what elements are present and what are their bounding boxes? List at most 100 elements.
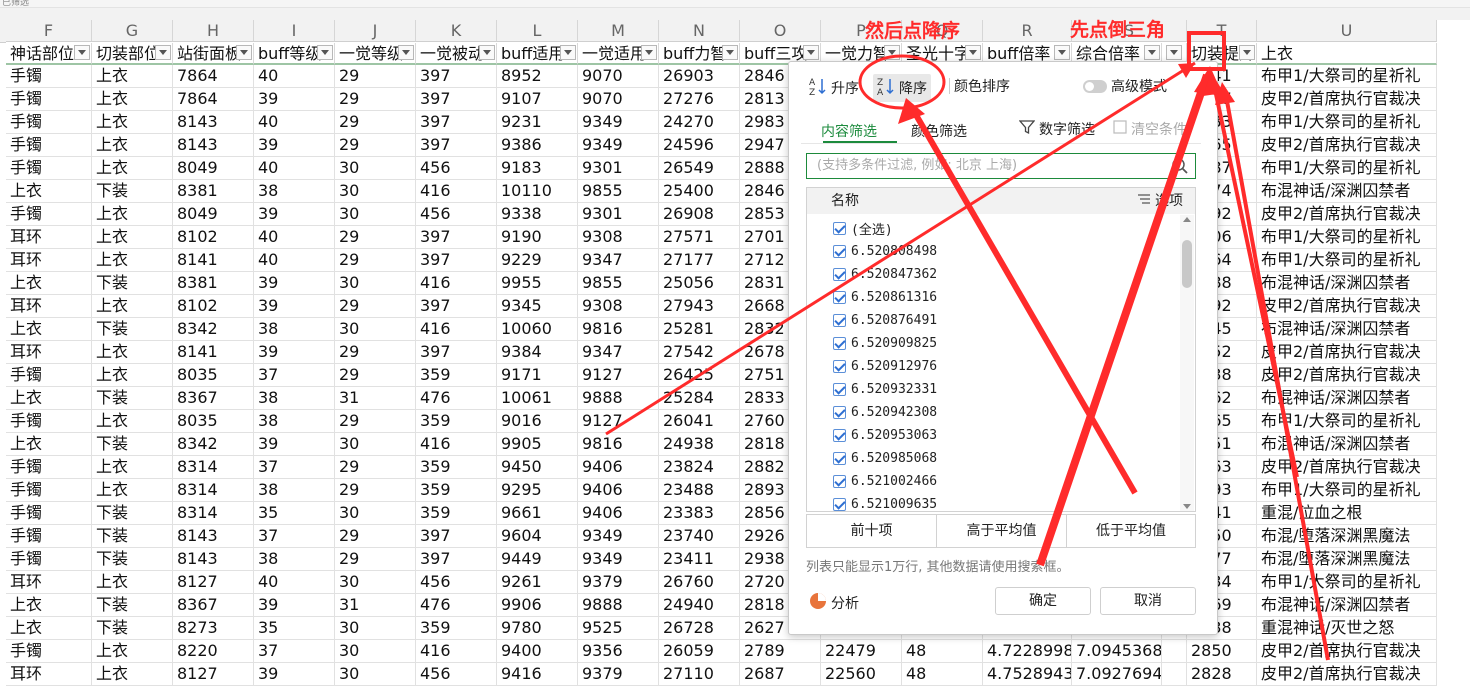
table-cell[interactable]: 37: [254, 525, 335, 548]
checkbox-checked-icon[interactable]: [833, 428, 846, 442]
table-cell[interactable]: 手镯: [6, 502, 92, 525]
table-cell[interactable]: 8143: [173, 111, 254, 134]
table-cell[interactable]: 手镯: [6, 157, 92, 180]
table-cell[interactable]: 布甲1/大祭司的星祈礼: [1257, 410, 1437, 433]
table-cell[interactable]: 23488: [659, 479, 740, 502]
sort-ascending-button[interactable]: AZ 升序: [809, 76, 859, 100]
table-cell[interactable]: 26908: [659, 203, 740, 226]
table-cell[interactable]: 8141: [173, 341, 254, 364]
table-cell[interactable]: 8143: [173, 548, 254, 571]
table-cell[interactable]: 7.094536862: [1072, 640, 1162, 663]
table-cell[interactable]: 359: [416, 410, 497, 433]
filter-dropdown-icon[interactable]: [1166, 45, 1182, 60]
table-cell[interactable]: 上衣: [6, 594, 92, 617]
table-cell[interactable]: 9231: [497, 111, 578, 134]
list-item[interactable]: 6.520808498: [833, 241, 937, 261]
table-cell[interactable]: 8035: [173, 364, 254, 387]
table-cell[interactable]: 9356: [578, 640, 659, 663]
table-cell[interactable]: 9450: [497, 456, 578, 479]
table-cell[interactable]: 359: [416, 502, 497, 525]
table-cell[interactable]: 30: [335, 617, 416, 640]
table-cell[interactable]: 38: [254, 548, 335, 571]
scroll-down-icon[interactable]: [1183, 504, 1191, 509]
table-cell[interactable]: 下装: [92, 387, 173, 410]
table-cell[interactable]: 上衣: [92, 364, 173, 387]
table-cell[interactable]: 476: [416, 387, 497, 410]
table-cell[interactable]: 31: [335, 387, 416, 410]
table-cell[interactable]: 皮甲2/首席执行官裁决: [1257, 663, 1437, 686]
filter-dropdown-icon[interactable]: [803, 45, 819, 60]
table-cell[interactable]: 8049: [173, 203, 254, 226]
table-cell[interactable]: 布甲1/大祭司的星祈礼: [1257, 249, 1437, 272]
table-cell[interactable]: 布混/堕落深渊黑魔法: [1257, 548, 1437, 571]
table-cell[interactable]: 上衣: [92, 663, 173, 686]
table-cell[interactable]: 29: [335, 88, 416, 111]
table-cell[interactable]: 布混神话/深渊囚禁者: [1257, 180, 1437, 203]
table-cell[interactable]: 上衣: [92, 341, 173, 364]
column-header-O[interactable]: O: [740, 20, 821, 42]
table-cell[interactable]: 30: [335, 571, 416, 594]
table-cell[interactable]: 9661: [497, 502, 578, 525]
table-cell[interactable]: 9386: [497, 134, 578, 157]
table-cell[interactable]: 9347: [578, 341, 659, 364]
table-cell[interactable]: 9070: [578, 65, 659, 88]
table-cell[interactable]: 9308: [578, 226, 659, 249]
table-cell[interactable]: 22560: [821, 663, 902, 686]
table-cell[interactable]: 8381: [173, 272, 254, 295]
table-cell[interactable]: 26903: [659, 65, 740, 88]
table-cell[interactable]: 9384: [497, 341, 578, 364]
checkbox-checked-icon[interactable]: [833, 290, 846, 304]
table-cell[interactable]: 2789: [740, 640, 821, 663]
table-cell[interactable]: 上衣: [92, 479, 173, 502]
table-cell[interactable]: 9295: [497, 479, 578, 502]
number-filter-button[interactable]: 数字筛选: [1018, 119, 1095, 139]
table-cell[interactable]: 9780: [497, 617, 578, 640]
table-cell[interactable]: 上衣: [92, 111, 173, 134]
list-item[interactable]: 6.521009635: [833, 494, 937, 514]
table-cell[interactable]: [1162, 663, 1187, 686]
table-cell[interactable]: 下装: [92, 180, 173, 203]
table-cell[interactable]: 4.752894326: [983, 663, 1072, 686]
table-cell[interactable]: 上衣: [6, 318, 92, 341]
checkbox-checked-icon[interactable]: [833, 313, 846, 327]
table-cell[interactable]: 9406: [578, 502, 659, 525]
table-cell[interactable]: 397: [416, 134, 497, 157]
table-cell[interactable]: 26728: [659, 617, 740, 640]
table-cell[interactable]: 9955: [497, 272, 578, 295]
table-cell[interactable]: 手镯: [6, 479, 92, 502]
table-cell[interactable]: 9016: [497, 410, 578, 433]
table-cell[interactable]: 397: [416, 341, 497, 364]
table-cell[interactable]: 皮甲2/首席执行官裁决: [1257, 88, 1437, 111]
table-cell[interactable]: 27542: [659, 341, 740, 364]
table-cell[interactable]: 24596: [659, 134, 740, 157]
table-cell[interactable]: 上衣: [92, 226, 173, 249]
table-cell[interactable]: 皮甲2/首席执行官裁决: [1257, 341, 1437, 364]
table-cell[interactable]: 8102: [173, 295, 254, 318]
table-cell[interactable]: 38: [254, 410, 335, 433]
filter-dropdown-icon[interactable]: [1144, 45, 1160, 60]
table-cell[interactable]: 27110: [659, 663, 740, 686]
table-cell[interactable]: 9107: [497, 88, 578, 111]
table-cell[interactable]: 37: [254, 640, 335, 663]
table-cell[interactable]: 48: [902, 640, 983, 663]
table-cell[interactable]: 30: [335, 502, 416, 525]
table-cell[interactable]: 9349: [578, 525, 659, 548]
table-cell[interactable]: 下装: [92, 502, 173, 525]
table-cell[interactable]: 25400: [659, 180, 740, 203]
table-cell[interactable]: 30: [335, 203, 416, 226]
table-cell[interactable]: 39: [254, 433, 335, 456]
column-header-K[interactable]: K: [416, 20, 497, 42]
table-cell[interactable]: 26549: [659, 157, 740, 180]
table-cell[interactable]: 29: [335, 249, 416, 272]
table-cell[interactable]: 30: [335, 318, 416, 341]
checkbox-checked-icon[interactable]: [833, 336, 846, 350]
table-cell[interactable]: 31: [335, 594, 416, 617]
filter-dropdown-icon[interactable]: [236, 45, 252, 60]
table-cell[interactable]: 8143: [173, 134, 254, 157]
table-cell[interactable]: 40: [254, 226, 335, 249]
filter-dropdown-icon[interactable]: [560, 45, 576, 60]
table-cell[interactable]: 9855: [578, 272, 659, 295]
table-cell[interactable]: 下装: [92, 594, 173, 617]
column-header-F[interactable]: F: [6, 20, 92, 42]
table-cell[interactable]: 9127: [578, 410, 659, 433]
